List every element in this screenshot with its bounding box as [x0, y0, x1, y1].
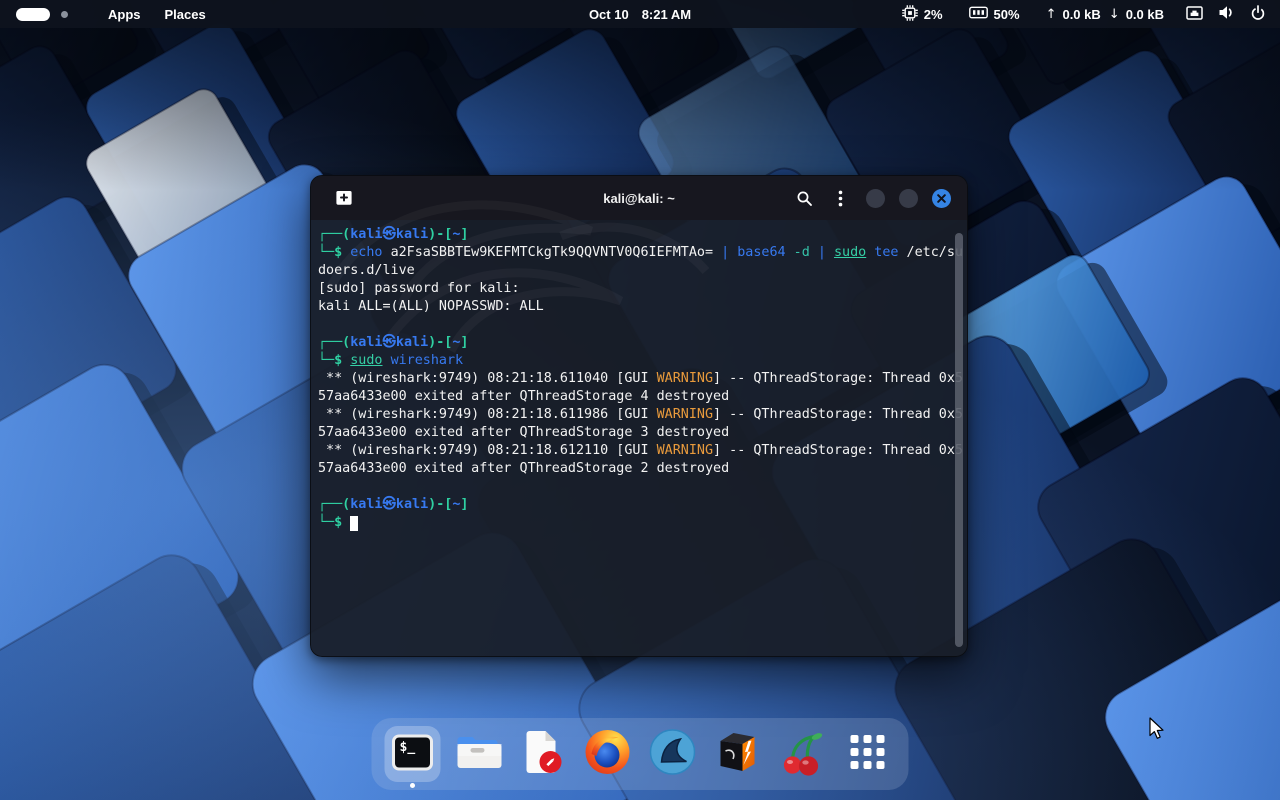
terminal-line: └─$ [318, 514, 960, 532]
download-arrow-icon: ↓ [1109, 7, 1120, 22]
minimize-button[interactable] [866, 189, 885, 208]
power-icon[interactable] [1250, 5, 1266, 24]
dock-item-terminal[interactable]: $_ [385, 726, 441, 782]
wireshark-icon [649, 728, 697, 781]
system-tray [1186, 5, 1266, 24]
burpsuite-icon [714, 728, 762, 781]
terminal-line: ┌──(kali㉿kali)-[~] [318, 226, 960, 244]
terminal-line: doers.d/live [318, 262, 960, 280]
running-indicator-dot [410, 783, 415, 788]
dock: $_ [372, 718, 909, 790]
top-bar: Apps Places Oct 10 8:21 AM 2% [0, 0, 1280, 28]
new-tab-button[interactable] [331, 185, 357, 211]
close-button[interactable] [932, 189, 951, 208]
dock-item-wireshark[interactable] [645, 726, 701, 782]
memory-indicator[interactable]: 50% [969, 6, 1020, 22]
workspace-active-pill[interactable] [16, 8, 50, 21]
terminal-line: 57aa6433e00 exited after QThreadStorage … [318, 460, 960, 478]
clock[interactable]: Oct 10 8:21 AM [589, 0, 691, 28]
net-down-value: 0.0 kB [1126, 7, 1164, 22]
mouse-cursor [1148, 717, 1168, 746]
net-upload-indicator[interactable]: ↑ 0.0 kB [1046, 7, 1101, 22]
cpu-indicator[interactable]: 2% [902, 5, 943, 24]
workspace-inactive-dot[interactable] [61, 11, 68, 18]
terminal-line: ** (wireshark:9749) 08:21:18.612110 [GUI… [318, 442, 960, 460]
dock-item-cherrytree[interactable] [775, 726, 831, 782]
system-indicators: 2% 50% ↑ 0.0 kB ↓ [902, 5, 1280, 24]
terminal-output[interactable]: ┌──(kali㉿kali)-[~]└─$ echo a2FsaSBBTEw9K… [311, 220, 967, 656]
dock-item-text-editor[interactable] [515, 726, 571, 782]
file-manager-icon [454, 728, 502, 781]
net-up-value: 0.0 kB [1062, 7, 1100, 22]
clock-date: Oct 10 [589, 7, 629, 22]
dock-item-file-manager[interactable] [450, 726, 506, 782]
apps-menu[interactable]: Apps [96, 0, 153, 28]
terminal-scrollbar[interactable] [955, 233, 963, 647]
window-title: kali@kali: ~ [603, 191, 675, 206]
dock-item-firefox[interactable] [580, 726, 636, 782]
terminal-line: └─$ sudo wireshark [318, 352, 960, 370]
dock-item-burpsuite[interactable] [710, 726, 766, 782]
cpu-value: 2% [924, 7, 943, 22]
terminal-line: └─$ echo a2FsaSBBTEw9KEFMTCkgTk9QQVNTV0Q… [318, 244, 960, 262]
maximize-button[interactable] [899, 189, 918, 208]
terminal-line [318, 316, 960, 334]
terminal-line: ** (wireshark:9749) 08:21:18.611986 [GUI… [318, 406, 960, 424]
top-bar-left: Apps Places [0, 0, 218, 28]
kebab-menu-button[interactable] [828, 186, 852, 210]
workspace-indicator[interactable] [16, 8, 68, 21]
places-menu[interactable]: Places [153, 0, 218, 28]
terminal-line: [sudo] password for kali: [318, 280, 960, 298]
cpu-icon [902, 5, 918, 24]
firefox-icon [584, 728, 632, 781]
search-button[interactable] [792, 186, 816, 210]
terminal-line [318, 478, 960, 496]
terminal-line: 57aa6433e00 exited after QThreadStorage … [318, 388, 960, 406]
memory-icon [969, 6, 988, 22]
text-editor-icon [519, 728, 567, 781]
terminal-icon-glyph: $_ [400, 740, 416, 755]
terminal-icon: $_ [389, 730, 437, 778]
clock-time: 8:21 AM [642, 7, 691, 22]
upload-arrow-icon: ↑ [1046, 7, 1057, 22]
terminal-line: ** (wireshark:9749) 08:21:18.611040 [GUI… [318, 370, 960, 388]
titlebar-controls [792, 186, 967, 210]
terminal-titlebar[interactable]: kali@kali: ~ [311, 176, 967, 220]
dock-item-show-apps[interactable] [840, 726, 896, 782]
memory-value: 50% [994, 7, 1020, 22]
network-icon[interactable] [1186, 6, 1203, 23]
desktop: Apps Places Oct 10 8:21 AM 2% [0, 0, 1280, 800]
terminal-window: kali@kali: ~ [310, 175, 968, 657]
terminal-line: 57aa6433e00 exited after QThreadStorage … [318, 424, 960, 442]
cherrytree-icon [779, 728, 827, 781]
net-download-indicator[interactable]: ↓ 0.0 kB [1109, 7, 1164, 22]
terminal-line: kali ALL=(ALL) NOPASSWD: ALL [318, 298, 960, 316]
terminal-line: ┌──(kali㉿kali)-[~] [318, 496, 960, 514]
app-grid-icon [847, 731, 889, 778]
terminal-line: ┌──(kali㉿kali)-[~] [318, 334, 960, 352]
volume-icon[interactable] [1218, 5, 1235, 23]
